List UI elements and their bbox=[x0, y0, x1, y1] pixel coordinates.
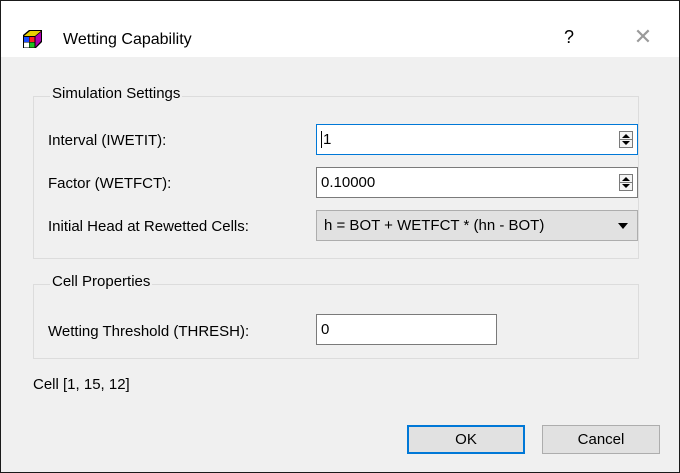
text-caret bbox=[321, 130, 322, 148]
cell-status-text: Cell [1, 15, 12] bbox=[33, 376, 130, 393]
interval-value: 1 bbox=[323, 131, 332, 148]
help-button[interactable]: ? bbox=[557, 25, 581, 49]
threshold-value: 0 bbox=[321, 321, 330, 338]
close-button[interactable]: ✕ bbox=[628, 23, 658, 53]
grid-cube-icon bbox=[23, 30, 42, 48]
initial-head-selected: h = BOT + WETFCT * (hn - BOT) bbox=[324, 217, 545, 234]
spin-up-icon[interactable] bbox=[622, 177, 630, 181]
threshold-label: Wetting Threshold (THRESH): bbox=[48, 323, 250, 340]
factor-label: Factor (WETFCT): bbox=[48, 175, 172, 192]
initial-head-dropdown[interactable]: h = BOT + WETFCT * (hn - BOT) bbox=[316, 210, 638, 241]
interval-stepper[interactable] bbox=[619, 131, 633, 148]
factor-stepper[interactable] bbox=[619, 174, 633, 191]
interval-spinbox[interactable]: 1 bbox=[316, 124, 638, 155]
factor-value: 0.10000 bbox=[321, 174, 376, 191]
title-bar: Wetting Capability ? ✕ bbox=[1, 1, 679, 57]
ok-button[interactable]: OK bbox=[407, 425, 525, 454]
cancel-button[interactable]: Cancel bbox=[542, 425, 660, 454]
spin-up-icon[interactable] bbox=[622, 134, 630, 138]
simulation-settings-title: Simulation Settings bbox=[50, 85, 183, 102]
window-title: Wetting Capability bbox=[63, 31, 192, 48]
interval-label: Interval (IWETIT): bbox=[48, 132, 167, 149]
wetting-capability-dialog: Wetting Capability ? ✕ Simulation Settin… bbox=[0, 0, 680, 473]
cell-properties-title: Cell Properties bbox=[50, 273, 153, 290]
threshold-field[interactable]: 0 bbox=[316, 314, 497, 345]
factor-spinbox[interactable]: 0.10000 bbox=[316, 167, 638, 198]
spin-down-icon[interactable] bbox=[622, 184, 630, 188]
spin-down-icon[interactable] bbox=[622, 141, 630, 145]
initial-head-label: Initial Head at Rewetted Cells: bbox=[48, 218, 249, 235]
chevron-down-icon bbox=[618, 223, 628, 229]
